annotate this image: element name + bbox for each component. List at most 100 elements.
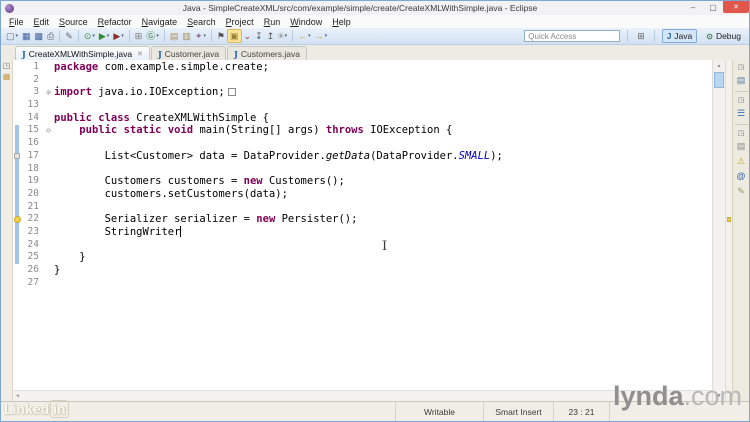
- menu-item-refactor[interactable]: Refactor: [93, 17, 137, 27]
- code-line[interactable]: 27: [13, 277, 712, 290]
- menu-item-window[interactable]: Window: [285, 17, 327, 27]
- down-arrow-icon[interactable]: ⌄: [242, 29, 254, 43]
- fold-expanded-icon[interactable]: ⊖: [43, 126, 54, 135]
- dropdown-arrow-icon[interactable]: ▾: [308, 33, 311, 39]
- code-line[interactable]: 19 Customers customers = new Customers()…: [13, 175, 712, 188]
- minimize-button[interactable]: –: [683, 1, 703, 13]
- perspective-java-button[interactable]: J Java: [661, 29, 698, 43]
- quick-access-input[interactable]: [524, 30, 621, 42]
- restore-view-icon[interactable]: ◳: [735, 63, 748, 72]
- code-line[interactable]: 13: [13, 99, 712, 112]
- dropdown-arrow-icon[interactable]: ▾: [121, 33, 124, 39]
- editor-tab[interactable]: J Customers.java: [227, 46, 307, 60]
- lightbulb-marker-icon[interactable]: [13, 216, 21, 224]
- vertical-scrollbar[interactable]: ▲ ▼: [712, 60, 725, 401]
- task-marker-icon[interactable]: [14, 153, 20, 160]
- tasks-view-icon[interactable]: ▤: [735, 140, 748, 153]
- menu-item-search[interactable]: Search: [182, 17, 221, 27]
- overview-ruler[interactable]: [725, 60, 732, 401]
- fold-collapsed-icon[interactable]: ⊕: [43, 88, 54, 97]
- code-line[interactable]: 24: [13, 239, 712, 252]
- pin-icon[interactable]: ⍟ ▾: [276, 29, 289, 43]
- mark-occurrences-icon[interactable]: ▣: [227, 29, 242, 43]
- save-all-icon[interactable]: ▩: [33, 29, 46, 43]
- restore-view-icon[interactable]: ◳: [735, 96, 748, 105]
- dropdown-arrow-icon[interactable]: ▾: [16, 33, 19, 39]
- lynda-watermark: lynda.com: [612, 381, 742, 411]
- code-editor[interactable]: 1 package com.example.simple.create; 2 3 ⊕ im…: [13, 60, 712, 401]
- code-line[interactable]: 18: [13, 163, 712, 176]
- next-annotation-icon[interactable]: ↧: [253, 29, 265, 43]
- code-line[interactable]: 25 }: [13, 251, 712, 264]
- open-folder-icon[interactable]: ▤: [168, 29, 181, 43]
- problems-view-icon[interactable]: ⚠: [735, 155, 748, 168]
- perspective-debug-button[interactable]: ⊙ Debug: [701, 29, 746, 43]
- source-code: }: [54, 264, 61, 276]
- code-line[interactable]: 16: [13, 137, 712, 150]
- back-icon[interactable]: ← ▾: [296, 29, 313, 43]
- outline-view-icon[interactable]: ☰: [735, 107, 748, 120]
- menu-item-source[interactable]: Source: [54, 17, 93, 27]
- flag-icon[interactable]: ⚑: [215, 29, 227, 43]
- close-button[interactable]: ✕: [723, 1, 749, 13]
- package-explorer-view-icon[interactable]: ▦: [3, 73, 11, 81]
- scroll-left-icon[interactable]: ◄: [15, 393, 20, 399]
- line-number: 1: [33, 61, 39, 72]
- source-code: customers.setCustomers(data);: [54, 187, 288, 200]
- dropdown-arrow-icon[interactable]: ▾: [156, 33, 159, 39]
- code-line[interactable]: 22 Serializer serializer = new Persister…: [13, 213, 712, 226]
- dropdown-arrow-icon[interactable]: ▾: [203, 33, 206, 39]
- menu-item-file[interactable]: File: [4, 17, 29, 27]
- tab-close-icon[interactable]: ✕: [137, 50, 143, 58]
- editor-tab[interactable]: J CreateXMLWithSimple.java ✕: [15, 46, 150, 60]
- code-line[interactable]: 14 public class CreateXMLWithSimple {: [13, 112, 712, 125]
- declaration-view-icon[interactable]: ✎: [735, 185, 748, 198]
- code-line[interactable]: 26}: [13, 264, 712, 277]
- maximize-button[interactable]: ▢: [703, 1, 723, 13]
- menu-item-navigate[interactable]: Navigate: [137, 17, 183, 27]
- dropdown-arrow-icon[interactable]: ▾: [285, 33, 288, 39]
- menu-item-project[interactable]: Project: [221, 17, 259, 27]
- dropdown-arrow-icon[interactable]: ▾: [92, 33, 95, 39]
- menu-item-run[interactable]: Run: [259, 17, 286, 27]
- menu-item-help[interactable]: Help: [327, 17, 356, 27]
- dropdown-arrow-icon[interactable]: ▾: [325, 33, 328, 39]
- pencil-icon[interactable]: ✎: [63, 29, 75, 43]
- debug-icon[interactable]: ⊙ ▾: [82, 29, 97, 43]
- dropdown-arrow-icon[interactable]: ▾: [107, 33, 110, 39]
- letter-g-icon[interactable]: Ⓖ ▾: [144, 29, 161, 43]
- code-line[interactable]: 2: [13, 74, 712, 87]
- wand-icon[interactable]: ✦ ▾: [193, 29, 208, 43]
- scrollbar-thumb[interactable]: [714, 72, 724, 88]
- save-icon[interactable]: ▦: [20, 29, 33, 43]
- code-line[interactable]: 1 package com.example.simple.create;: [13, 61, 712, 74]
- prev-annotation-icon[interactable]: ↥: [265, 29, 277, 43]
- grid-icon[interactable]: ⊞: [133, 29, 145, 43]
- open-perspective-icon[interactable]: ⊞: [635, 29, 647, 43]
- task-list-view-icon[interactable]: ▤: [735, 74, 748, 87]
- forward-icon[interactable]: → ▾: [313, 29, 330, 43]
- code-line[interactable]: 20 customers.setCustomers(data);: [13, 188, 712, 201]
- code-line[interactable]: 15 ⊖ public static void main(String[] arg…: [13, 124, 712, 137]
- javadoc-view-icon[interactable]: @: [735, 170, 748, 183]
- text-cursor-icon: I: [382, 239, 388, 254]
- scroll-up-icon[interactable]: ▲: [713, 60, 725, 71]
- new-wizard-icon[interactable]: ▢ ▾: [4, 29, 20, 43]
- coverage-icon[interactable]: ▶ ▾: [111, 29, 125, 43]
- run-icon[interactable]: ▶ ▾: [97, 29, 111, 43]
- toolbar-separator: [627, 30, 629, 42]
- warning-marker[interactable]: [727, 217, 731, 222]
- code-line[interactable]: 3 ⊕ import java.io.IOException;: [13, 86, 712, 99]
- code-line[interactable]: 21: [13, 201, 712, 214]
- editor-tab-bar: J CreateXMLWithSimple.java ✕ J Customer.java…: [1, 45, 749, 60]
- menu-item-edit[interactable]: Edit: [29, 17, 55, 27]
- new-folder-icon[interactable]: ▥: [180, 29, 193, 43]
- restore-view-icon[interactable]: ◳: [735, 129, 748, 138]
- code-line[interactable]: 23 StringWriter: [13, 225, 712, 239]
- restore-view-icon[interactable]: ◳: [3, 62, 11, 70]
- code-line[interactable]: 17 List<Customer> data = DataProvider.ge…: [13, 150, 712, 163]
- right-minimized-view-bar: ◳ ▤ ◳ ☰ ◳ ▤ ⚠ @ ✎: [732, 60, 749, 401]
- editor-tab[interactable]: J Customer.java: [150, 46, 227, 60]
- print-icon[interactable]: ⎙: [45, 29, 56, 43]
- horizontal-scrollbar[interactable]: ◄ ►: [13, 390, 712, 401]
